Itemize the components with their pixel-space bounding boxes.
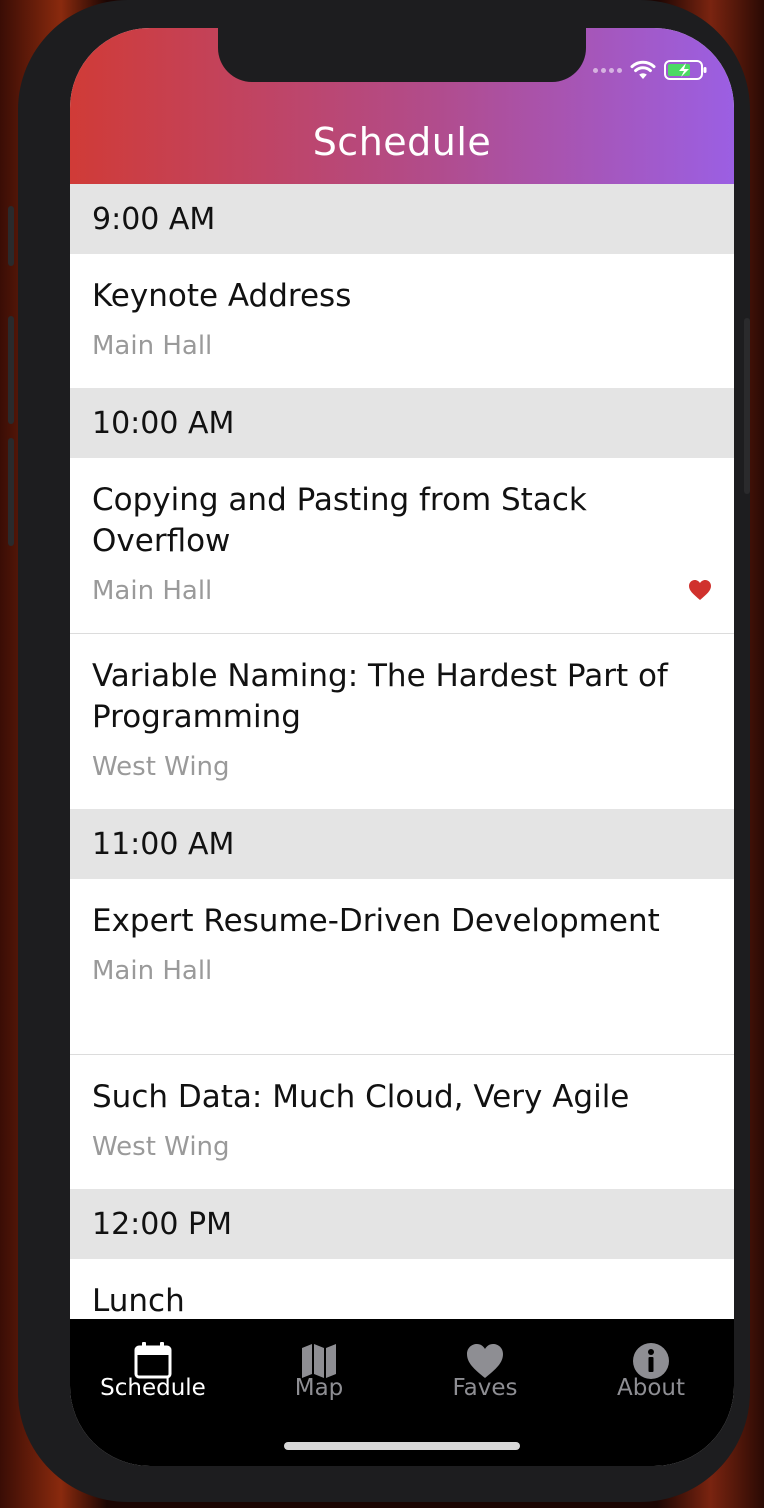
session-row[interactable]: Variable Naming: The Hardest Part of Pro… bbox=[70, 634, 734, 809]
session-title: Such Data: Much Cloud, Very Agile bbox=[92, 1079, 630, 1115]
session-title: Variable Naming: The Hardest Part of Pro… bbox=[92, 658, 668, 735]
tab-map[interactable]: Map bbox=[236, 1319, 402, 1419]
device-frame: Schedule 9:00 AM Keynote Address Main Ha… bbox=[8, 0, 750, 1502]
tab-faves[interactable]: Faves bbox=[402, 1319, 568, 1419]
tab-label: Schedule bbox=[100, 1375, 206, 1401]
volume-up-button bbox=[8, 316, 14, 424]
section-header-time: 10:00 AM bbox=[70, 388, 734, 458]
favorite-heart-icon[interactable] bbox=[688, 579, 712, 601]
app-screen: Schedule 9:00 AM Keynote Address Main Ha… bbox=[70, 28, 734, 1466]
tab-label: About bbox=[616, 1375, 685, 1401]
session-row[interactable]: Keynote Address Main Hall bbox=[70, 254, 734, 388]
tab-label: Map bbox=[294, 1375, 344, 1401]
session-row[interactable]: Lunch bbox=[70, 1259, 734, 1319]
nav-header: Schedule bbox=[70, 28, 734, 184]
page-title: Schedule bbox=[312, 120, 492, 164]
session-title: Expert Resume-Driven Development bbox=[92, 903, 660, 939]
tab-schedule[interactable]: Schedule bbox=[70, 1319, 236, 1419]
tab-about[interactable]: About bbox=[568, 1319, 734, 1419]
session-room: Main Hall bbox=[92, 331, 213, 361]
cellular-signal-icon bbox=[593, 67, 622, 73]
home-indicator[interactable] bbox=[284, 1442, 520, 1450]
device-notch bbox=[218, 28, 586, 82]
power-button bbox=[744, 318, 750, 494]
battery-charging-icon bbox=[664, 60, 707, 80]
status-bar bbox=[593, 58, 708, 82]
mute-switch bbox=[8, 206, 14, 266]
session-room: West Wing bbox=[92, 752, 230, 782]
tab-label: Faves bbox=[452, 1375, 518, 1401]
session-row[interactable]: Copying and Pasting from Stack Overflow … bbox=[70, 458, 734, 634]
section-header-time: 9:00 AM bbox=[70, 184, 734, 254]
section-header-time: 11:00 AM bbox=[70, 809, 734, 879]
session-room: West Wing bbox=[92, 1132, 230, 1162]
session-room: Main Hall bbox=[92, 576, 213, 606]
session-title: Keynote Address bbox=[92, 278, 352, 314]
session-row[interactable]: Expert Resume-Driven Development Main Ha… bbox=[70, 879, 734, 1055]
session-title: Copying and Pasting from Stack Overflow bbox=[92, 482, 587, 559]
schedule-list[interactable]: 9:00 AM Keynote Address Main Hall 10:00 … bbox=[70, 184, 734, 1319]
session-title: Lunch bbox=[92, 1283, 185, 1319]
tab-bar: Schedule Map Faves About bbox=[70, 1319, 734, 1466]
wifi-icon bbox=[630, 60, 656, 79]
session-room: Main Hall bbox=[92, 956, 213, 986]
section-header-time: 12:00 PM bbox=[70, 1189, 734, 1259]
session-row[interactable]: Such Data: Much Cloud, Very Agile West W… bbox=[70, 1055, 734, 1189]
volume-down-button bbox=[8, 438, 14, 546]
